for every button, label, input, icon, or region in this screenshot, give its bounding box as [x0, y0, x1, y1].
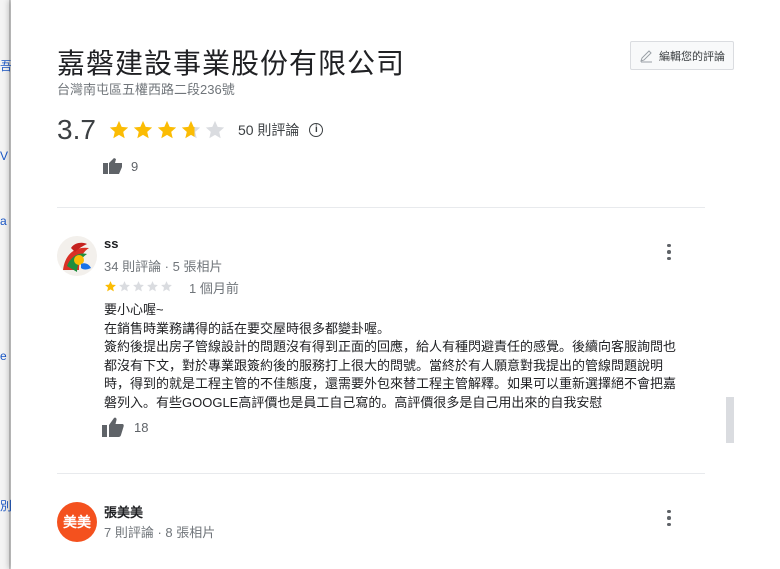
reviewer-meta: 7 則評論 · 8 張相片	[104, 525, 216, 540]
avatar[interactable]: 美美	[57, 502, 97, 542]
review-item: 美美 張美美 7 則評論 · 8 張相片	[57, 502, 705, 569]
star-icon	[133, 120, 153, 139]
background-fragment: a	[0, 214, 7, 228]
scrollbar-thumb[interactable]	[726, 397, 734, 443]
review-text: 要小心喔~ 在銷售時業務講得的話在要交屋時很多都變卦喔。 簽約後提出房子管線設計…	[104, 302, 677, 410]
star-icon	[105, 281, 116, 292]
rating-summary: 3.7 50 則評論 i	[57, 113, 324, 147]
divider	[57, 207, 705, 208]
star-icon	[109, 120, 129, 139]
star-icon	[161, 281, 172, 292]
star-icon	[119, 281, 130, 292]
avatar[interactable]	[57, 236, 97, 276]
avatar-image	[57, 236, 97, 276]
review-time: 1 個月前	[189, 281, 239, 296]
background-fragment: V	[0, 149, 9, 163]
rating-value: 3.7	[57, 114, 96, 145]
info-icon[interactable]: i	[309, 123, 324, 137]
star-icon	[147, 281, 158, 292]
like-button[interactable]: 18	[102, 417, 148, 437]
like-count: 9	[131, 158, 139, 174]
background-fragment: e	[0, 349, 7, 363]
edit-review-button[interactable]: 編輯您的評論	[630, 41, 734, 70]
star-icon	[157, 120, 177, 139]
reviews-dialog: 嘉磐建設事業股份有限公司 台灣南屯區五權西路二段236號 編輯您的評論 3.7 …	[11, 0, 780, 569]
star-icon	[205, 120, 225, 139]
more-options-icon[interactable]	[657, 240, 681, 264]
like-count: 18	[134, 419, 149, 435]
more-options-icon[interactable]	[657, 506, 681, 530]
thumbs-up-icon	[103, 158, 122, 174]
star-icon	[133, 281, 144, 292]
reviewer-name[interactable]: 張美美	[104, 502, 143, 521]
rating-stars	[108, 119, 226, 141]
edit-review-label: 編輯您的評論	[659, 50, 725, 63]
background-page: 吾 V a e 別	[0, 0, 12, 569]
pencil-icon	[640, 49, 652, 62]
reviewer-name[interactable]: ss	[104, 236, 118, 251]
previous-review-like[interactable]: 9	[103, 158, 138, 174]
place-title: 嘉磐建設事業股份有限公司	[57, 48, 406, 79]
divider	[57, 473, 705, 474]
review-count: 50 則評論	[237, 122, 300, 138]
star-icon	[181, 120, 201, 139]
place-address: 台灣南屯區五權西路二段236號	[57, 82, 235, 97]
review-item: ss 34 則評論 · 5 張相片 1 個月前 要小心喔~ 在銷售時業務講得的話…	[57, 236, 705, 466]
thumbs-up-icon	[102, 417, 124, 437]
reviewer-meta: 34 則評論 · 5 張相片	[104, 259, 223, 274]
review-stars	[104, 280, 173, 293]
